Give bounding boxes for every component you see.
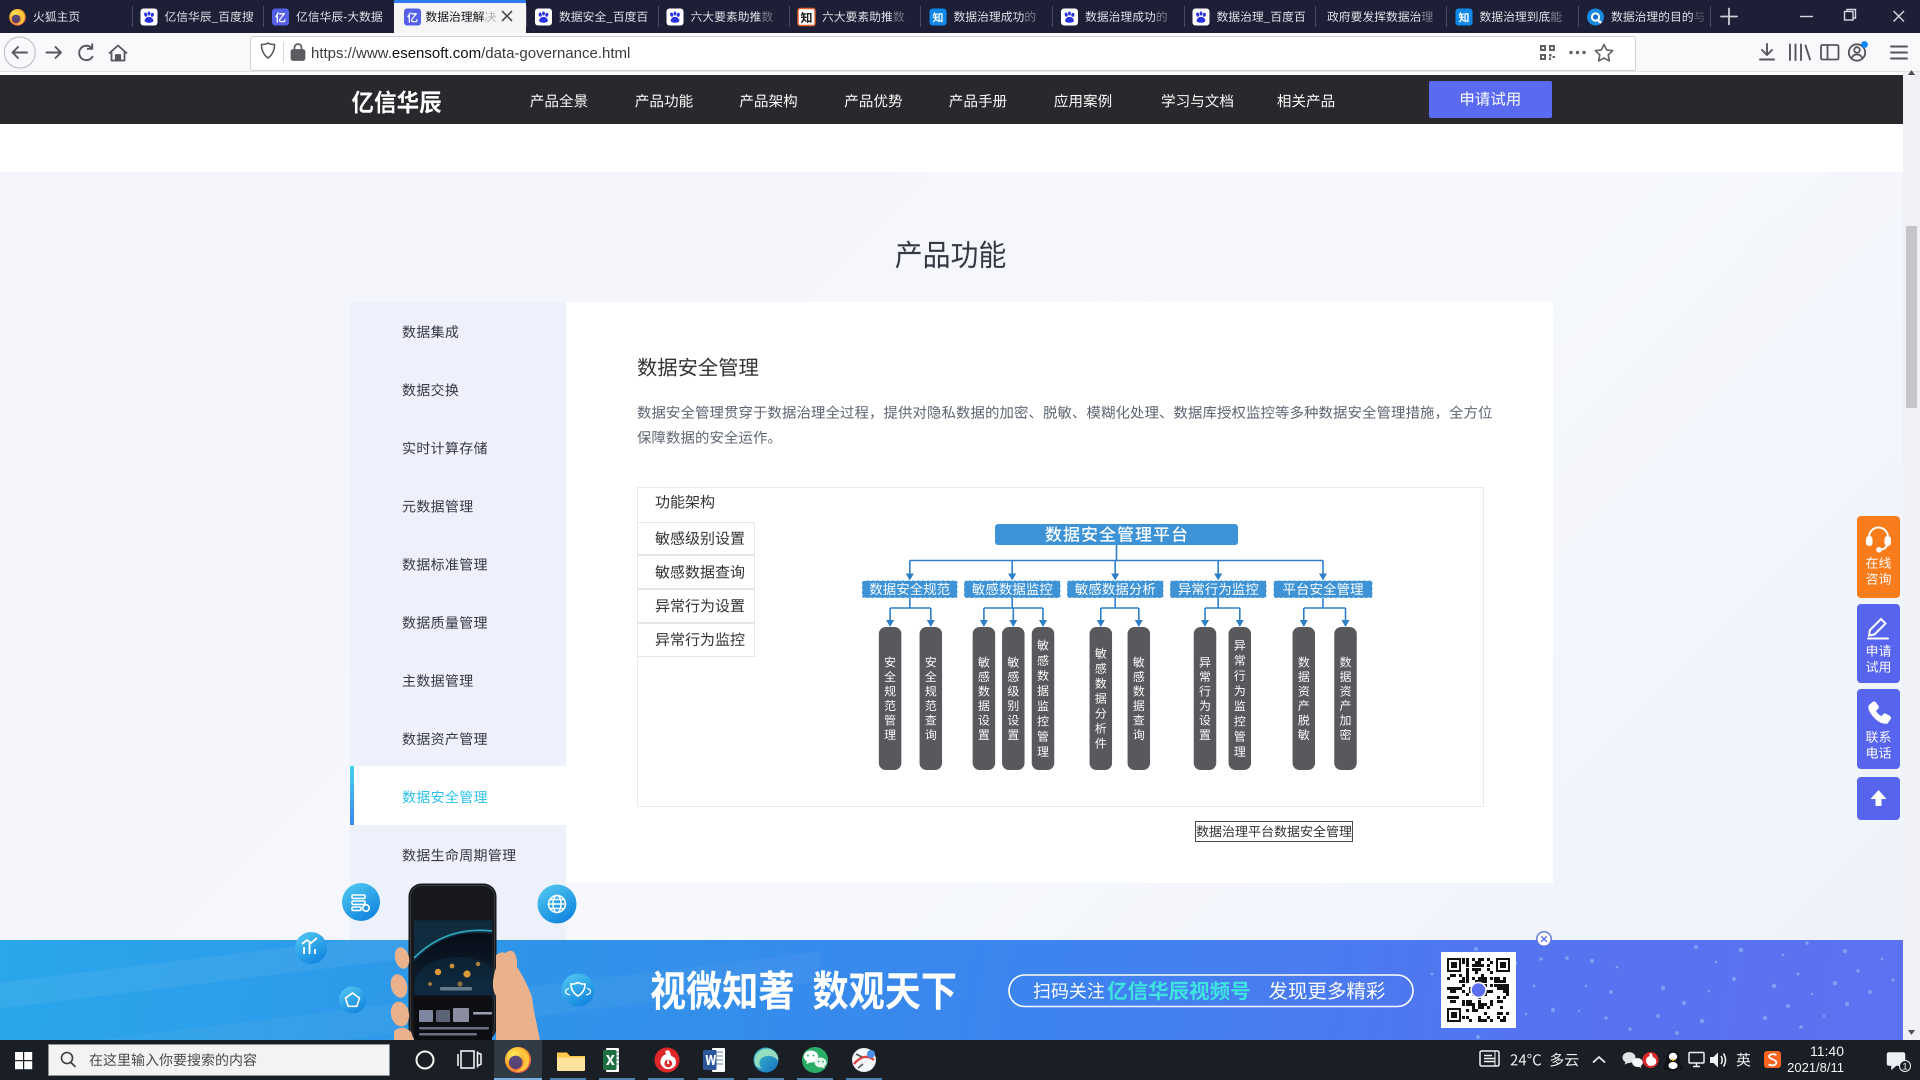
svg-text:1: 1 bbox=[1902, 1062, 1907, 1073]
svg-text:2021/8/11: 2021/8/11 bbox=[1787, 1060, 1844, 1075]
svg-text:https://www.esensoft.com/data-: https://www.esensoft.com/data-governance… bbox=[311, 45, 630, 62]
svg-text:11:40: 11:40 bbox=[1810, 1043, 1844, 1059]
